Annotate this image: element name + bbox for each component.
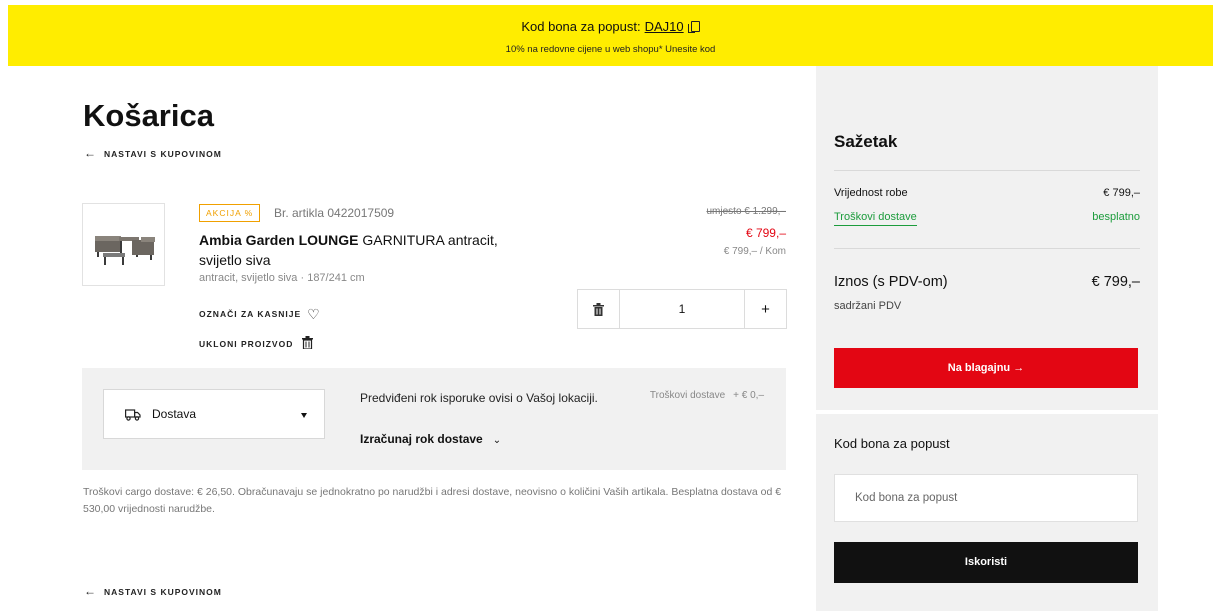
delivery-panel: Dostava Predviđeni rok isporuke ovisi o … (82, 368, 786, 470)
product-price: € 799,– (745, 226, 786, 240)
chevron-down-icon: ⌄ (492, 435, 502, 446)
product-name[interactable]: Ambia Garden LOUNGE GARNITURA antracit, … (199, 230, 529, 270)
calculate-delivery-label: Izračunaj rok dostave (360, 432, 483, 446)
goods-value-row: Vrijednost robe € 799,– (834, 187, 1140, 199)
checkout-button[interactable]: Na blagajnu → (834, 348, 1138, 388)
apply-voucher-button[interactable]: Iskoristi (834, 542, 1138, 583)
total-row: Iznos (s PDV-om) € 799,– (834, 274, 1140, 290)
continue-shopping-label: NASTAVI S KUPOVINOM (104, 587, 222, 597)
divider (834, 170, 1140, 171)
voucher-title: Kod bona za popust (834, 436, 950, 451)
page-title: Košarica (83, 98, 214, 133)
promo-code[interactable]: DAJ10 (645, 19, 684, 34)
truck-icon (125, 409, 141, 421)
arrow-left-icon: ← (84, 146, 97, 160)
promo-subtext: 10% na redovne cijene u web shopu* Unesi… (505, 44, 716, 55)
shipping-row: Troškovi dostave besplatno (834, 211, 1140, 226)
caret-down-icon (301, 413, 307, 418)
product-variant: antracit, svijetlo siva · 187/241 cm (199, 272, 365, 284)
remove-product-label: UKLONI PROIZVOD (199, 339, 294, 349)
product-image[interactable] (82, 203, 165, 286)
promo-line: Kod bona za popust: DAJ10 (8, 19, 1213, 34)
summary-title: Sažetak (834, 132, 898, 151)
product-name-bold: Ambia Garden LOUNGE (199, 232, 359, 248)
continue-shopping-link-bottom[interactable]: ← NASTAVI S KUPOVINOM (84, 584, 222, 598)
order-summary: Sažetak Vrijednost robe € 799,– Troškovi… (816, 66, 1158, 410)
quantity-value[interactable]: 1 (620, 290, 744, 328)
calculate-delivery-link[interactable]: Izračunaj rok dostave ⌄ (360, 432, 501, 446)
voucher-input[interactable] (834, 474, 1138, 522)
decrease-remove-button[interactable] (578, 290, 620, 328)
remove-product-button[interactable]: UKLONI PROIZVOD (199, 336, 313, 350)
trash-icon (593, 302, 604, 316)
voucher-panel: Kod bona za popust Iskoristi (816, 414, 1158, 611)
vat-note: sadržani PDV (834, 300, 902, 312)
continue-shopping-link[interactable]: ← NASTAVI S KUPOVINOM (84, 146, 222, 160)
promo-banner: Kod bona za popust: DAJ10 10% na redovne … (8, 5, 1213, 66)
promo-label: Kod bona za popust: (521, 19, 641, 34)
delivery-cost-label: Troškovi dostave (649, 390, 726, 401)
delivery-cost-value: + € 0,– (733, 390, 764, 401)
arrow-left-icon: ← (84, 584, 97, 598)
cargo-note: Troškovi cargo dostave: € 26,50. Obračun… (83, 486, 782, 515)
trash-icon (301, 336, 313, 350)
shipping-value: besplatno (1092, 211, 1140, 223)
total-value: € 799,– (1091, 274, 1140, 290)
delivery-cost: Troškovi dostave + € 0,– (650, 390, 764, 401)
lounge-set-image (95, 236, 155, 265)
quantity-stepper: 1 + (577, 289, 787, 329)
delivery-select[interactable]: Dostava (103, 389, 325, 439)
divider (834, 248, 1140, 249)
save-for-later-label: OZNAČI ZA KASNIJE (199, 309, 302, 319)
old-price: umjesto € 1.299,– (706, 206, 787, 217)
increase-button[interactable]: + (744, 290, 786, 328)
delivery-info: Predviđeni rok isporuke ovisi o Vašoj lo… (360, 391, 598, 405)
heart-icon: ♡ (307, 306, 321, 322)
copy-icon[interactable] (687, 21, 700, 33)
goods-value: € 799,– (1103, 187, 1140, 199)
unit-price: € 799,– / Kom (723, 246, 786, 257)
delivery-option-label: Dostava (152, 407, 197, 421)
sale-badge: AKCIJA % (199, 204, 261, 222)
article-number: Br. artikla 0422017509 (274, 206, 395, 220)
goods-label: Vrijednost robe (834, 187, 908, 199)
continue-shopping-label: NASTAVI S KUPOVINOM (104, 149, 222, 159)
shipping-label[interactable]: Troškovi dostave (834, 211, 917, 226)
save-for-later-button[interactable]: OZNAČI ZA KASNIJE ♡ (199, 306, 321, 323)
total-label: Iznos (s PDV-om) (834, 274, 948, 290)
